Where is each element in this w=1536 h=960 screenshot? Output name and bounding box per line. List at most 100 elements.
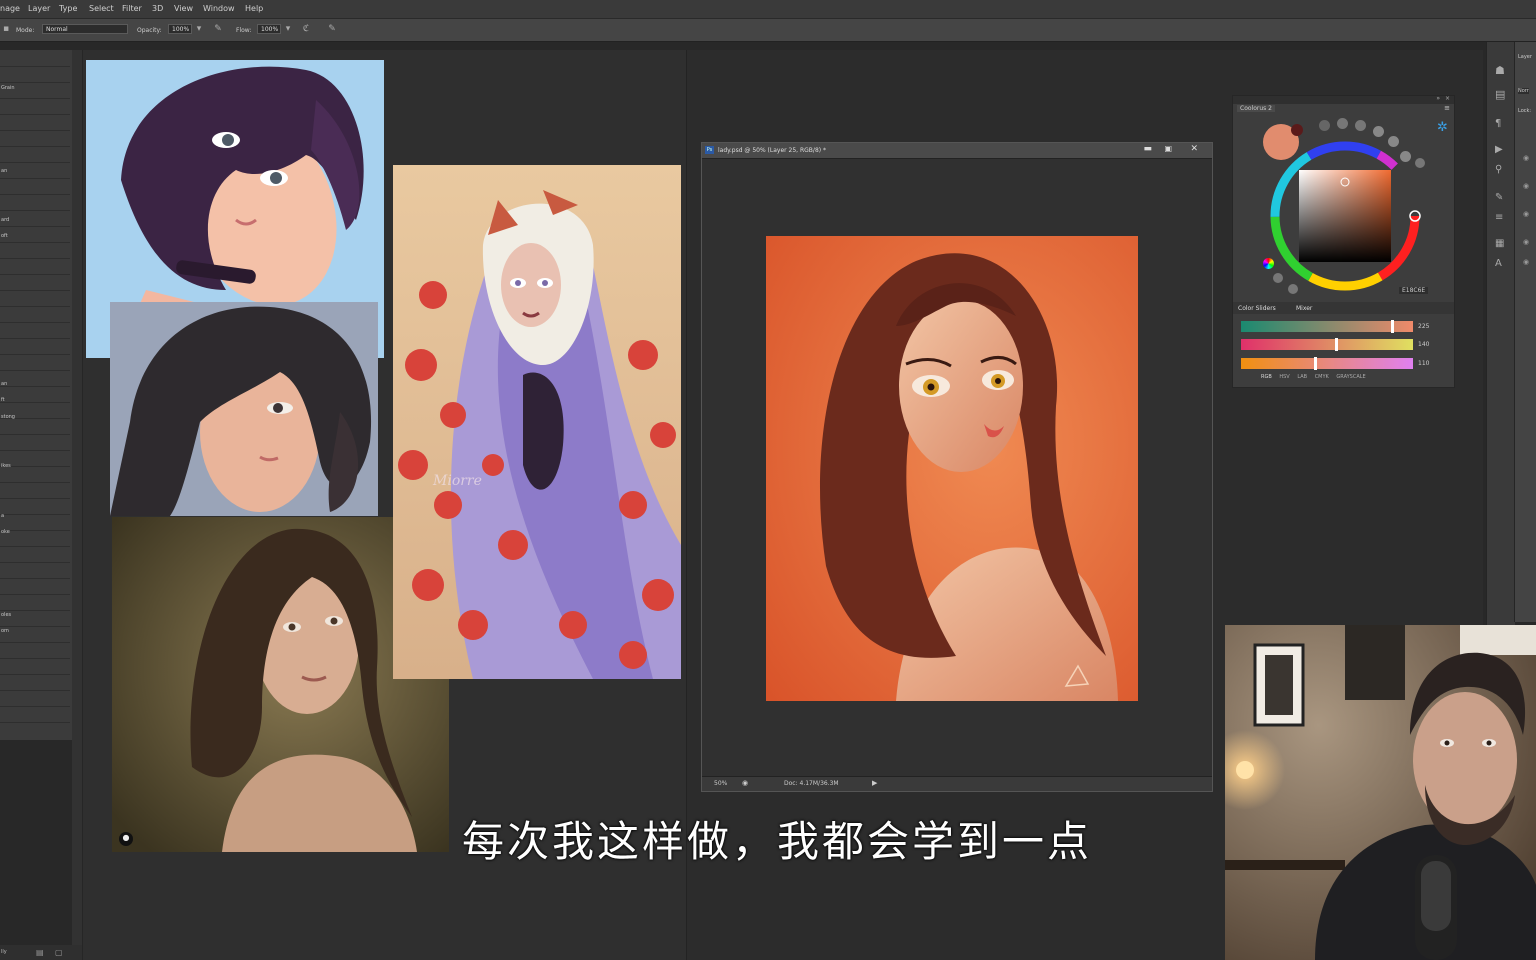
eye-icon[interactable]: ◉ [1523, 238, 1529, 246]
pressure-size-icon[interactable]: ✎ [326, 24, 338, 35]
properties-icon[interactable]: ▤ [1495, 88, 1505, 101]
brush-item[interactable]: an [1, 381, 7, 387]
menu-layer[interactable]: Layer [28, 4, 50, 13]
preset-dot[interactable] [1400, 151, 1411, 162]
slider-green-value[interactable]: 140 [1418, 341, 1429, 348]
wheel-mode-icon[interactable] [1263, 258, 1274, 269]
user-icon: ● [122, 833, 130, 842]
preset-dot[interactable] [1415, 158, 1425, 168]
mode-select[interactable]: Normal [42, 24, 128, 34]
preset-dot[interactable] [1319, 120, 1330, 131]
preset-dot[interactable] [1288, 284, 1298, 294]
layer-comps-icon[interactable]: ▦ [1495, 238, 1504, 249]
menu-help[interactable]: Help [245, 4, 263, 13]
airbrush-icon[interactable]: ℭ [300, 24, 312, 35]
slider-red[interactable] [1241, 321, 1413, 332]
brush-item[interactable]: an [1, 168, 7, 174]
preset-dot[interactable] [1273, 273, 1283, 283]
trash-icon[interactable]: ▢ [55, 948, 63, 957]
tool-presets-icon[interactable]: ⚲ [1495, 164, 1502, 175]
menu-filter[interactable]: Filter [122, 4, 142, 13]
menu-select[interactable]: Select [89, 4, 114, 13]
background-swatch[interactable] [1291, 124, 1303, 136]
slider-red-value[interactable]: 225 [1418, 323, 1429, 330]
chevron-down-icon[interactable]: ▾ [282, 24, 294, 35]
mode-label: Mode: [16, 27, 35, 34]
panel-collapse-strip[interactable] [72, 50, 83, 960]
brush-item[interactable]: om [1, 628, 9, 634]
mode-hsv[interactable]: HSV [1279, 374, 1289, 380]
layers-tab[interactable]: Layer [1518, 54, 1532, 60]
preset-dot[interactable] [1355, 120, 1366, 131]
eye-icon[interactable]: ◉ [1523, 258, 1529, 266]
zoom-level[interactable]: 50% [714, 780, 727, 787]
tab-color-sliders[interactable]: Color Sliders [1238, 305, 1276, 312]
close-icon[interactable]: × [1445, 95, 1450, 102]
brush-item[interactable]: Grain [1, 85, 15, 91]
flow-input[interactable]: 100% [257, 24, 281, 34]
brush-item[interactable]: ft [1, 397, 5, 403]
flow-label: Flow: [236, 27, 252, 34]
brush-icon[interactable]: ✎ [1495, 192, 1503, 203]
brush-item[interactable]: ard [1, 217, 9, 223]
hex-value[interactable]: E18C6E [1399, 287, 1429, 294]
panel-header-strip[interactable]: » × [1233, 95, 1454, 104]
options-bar: ▪ Mode: Normal Opacity: 100% ▾ ✎ Flow: 1… [0, 19, 1536, 42]
mode-rgb[interactable]: RGB [1261, 374, 1272, 380]
pressure-opacity-icon[interactable]: ✎ [212, 24, 224, 35]
mode-grayscale[interactable]: GRAYSCALE [1336, 374, 1365, 380]
tab-mixer[interactable]: Mixer [1296, 305, 1312, 312]
doc-size: Doc: 4.17M/36.3M [784, 780, 839, 787]
menu-view[interactable]: View [174, 4, 193, 13]
panel-tab-coolorus[interactable]: Coolorus 2 [1237, 105, 1275, 112]
share-icon[interactable]: ◉ [742, 779, 748, 787]
brush-item[interactable]: a [1, 513, 4, 519]
document-titlebar[interactable]: Ps lady.psd @ 50% (Layer 25, RGB/8) * ▬ … [702, 143, 1212, 159]
adjustments-icon[interactable]: ≡ [1495, 212, 1503, 223]
mode-cmyk[interactable]: CMYK [1315, 374, 1329, 380]
preset-dot[interactable] [1388, 136, 1399, 147]
panel-footer: lly ▤ ▢ [0, 945, 82, 960]
brush-item[interactable]: oft [1, 233, 8, 239]
history-icon[interactable]: ☗ [1495, 64, 1505, 77]
paragraph-icon[interactable]: ¶ [1495, 118, 1501, 129]
menu-type[interactable]: Type [59, 4, 77, 13]
minimize-icon[interactable]: ▬ [1143, 144, 1152, 154]
coolorus-panel: » × Coolorus 2 ≡ ✲ E18C6E Color Sliders … [1232, 95, 1455, 388]
preset-dot[interactable] [1337, 118, 1348, 129]
slider-green-knob[interactable] [1334, 338, 1338, 351]
slider-green[interactable] [1241, 339, 1413, 350]
close-icon[interactable]: ✕ [1190, 144, 1198, 154]
brush-item[interactable]: ikes [1, 463, 11, 469]
collapse-icon[interactable]: » [1436, 95, 1440, 102]
menu-window[interactable]: Window [203, 4, 235, 13]
brush-item[interactable]: oles [1, 612, 11, 618]
gear-icon[interactable]: ✲ [1437, 120, 1448, 135]
eye-icon[interactable]: ◉ [1523, 210, 1529, 218]
menu-3d[interactable]: 3D [152, 4, 163, 13]
slider-blue[interactable] [1241, 358, 1413, 369]
play-icon[interactable]: ▶ [872, 779, 877, 787]
footer-label: lly [1, 949, 7, 955]
panel-menu-icon[interactable]: ≡ [1444, 104, 1450, 112]
brush-preset-icon[interactable]: ▪ [0, 24, 12, 35]
mode-lab[interactable]: LAB [1297, 374, 1307, 380]
eye-icon[interactable]: ◉ [1523, 182, 1529, 190]
menu-image[interactable]: nage [0, 4, 20, 13]
new-brush-icon[interactable]: ▤ [36, 948, 44, 957]
character-icon[interactable]: A [1495, 258, 1502, 269]
chevron-down-icon[interactable]: ▾ [193, 24, 205, 35]
slider-blue-knob[interactable] [1313, 357, 1317, 370]
slider-blue-value[interactable]: 110 [1418, 360, 1429, 367]
reference-image-dark-hair [110, 302, 378, 516]
slider-red-knob[interactable] [1391, 320, 1395, 333]
brush-item[interactable]: stong [1, 414, 15, 420]
eye-icon[interactable]: ◉ [1523, 154, 1529, 162]
preset-dot[interactable] [1373, 126, 1384, 137]
brush-item[interactable]: oke [1, 529, 10, 535]
maximize-icon[interactable]: ▣ [1164, 144, 1172, 153]
blend-mode-select[interactable]: Norr [1518, 88, 1529, 94]
actions-icon[interactable]: ▶ [1495, 144, 1503, 155]
painting-canvas[interactable] [766, 236, 1138, 701]
opacity-input[interactable]: 100% [168, 24, 192, 34]
